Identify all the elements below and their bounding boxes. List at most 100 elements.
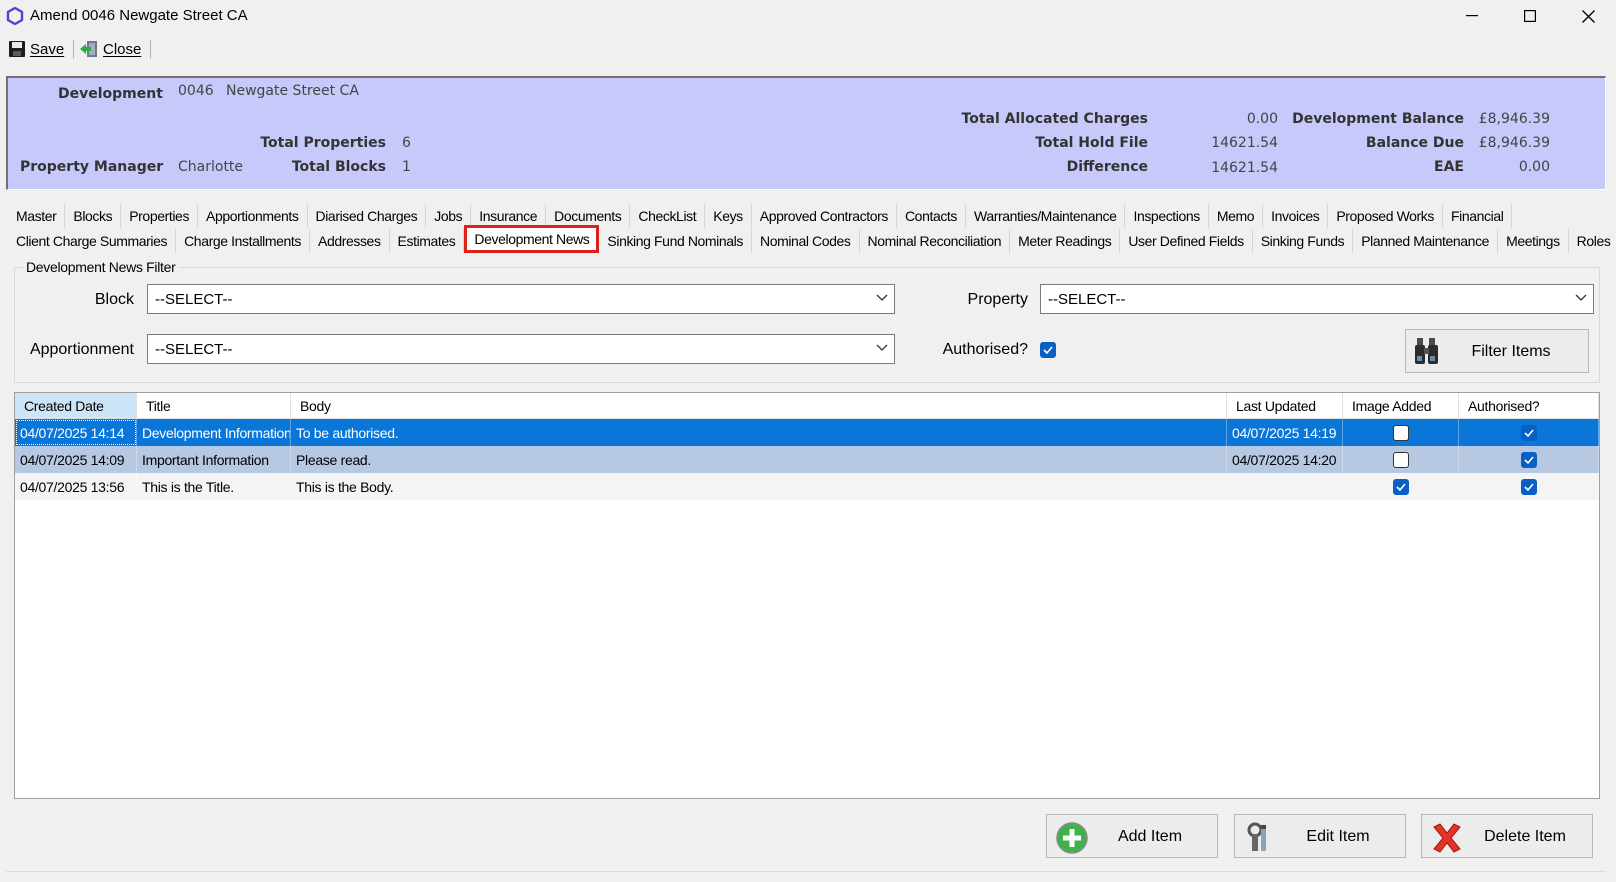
tab-addresses[interactable]: Addresses bbox=[310, 229, 390, 253]
tab-meter-readings[interactable]: Meter Readings bbox=[1010, 229, 1121, 253]
column-header-title[interactable]: Title bbox=[137, 393, 291, 419]
table-row[interactable]: 04/07/2025 13:56 This is the Title. This i… bbox=[15, 473, 1599, 500]
authorised-checkbox[interactable] bbox=[1520, 451, 1537, 468]
tab-estimates[interactable]: Estimates bbox=[390, 229, 465, 253]
tab-master[interactable]: Master bbox=[8, 204, 66, 228]
authorised-checkbox[interactable] bbox=[1520, 424, 1537, 441]
cell-authorised[interactable] bbox=[1459, 446, 1599, 473]
exit-door-icon bbox=[80, 41, 97, 57]
property-select-value: --SELECT-- bbox=[1048, 290, 1126, 308]
cell-updated: 04/07/2025 14:19 bbox=[1227, 419, 1343, 446]
filter-group-title: Development News Filter bbox=[23, 259, 179, 275]
development-balance-value: £8,946.39 bbox=[1478, 111, 1550, 127]
checkmark-icon bbox=[1523, 428, 1534, 437]
tab-nominal-reconciliation[interactable]: Nominal Reconciliation bbox=[860, 229, 1011, 253]
tab-user-defined-fields[interactable]: User Defined Fields bbox=[1120, 229, 1253, 253]
tab-warranties-maintenance[interactable]: Warranties/Maintenance bbox=[966, 204, 1126, 228]
save-button[interactable]: Save bbox=[8, 37, 64, 61]
block-select[interactable]: --SELECT-- bbox=[147, 284, 895, 314]
total-hold-file-value: 14621.54 bbox=[1211, 135, 1278, 151]
tab-contacts[interactable]: Contacts bbox=[897, 204, 967, 228]
tab-proposed-works[interactable]: Proposed Works bbox=[1328, 204, 1443, 228]
table-row[interactable]: 04/07/2025 14:09 Important Information Ple… bbox=[15, 446, 1599, 473]
tab-properties[interactable]: Properties bbox=[121, 204, 199, 228]
tab-planned-maintenance[interactable]: Planned Maintenance bbox=[1353, 229, 1499, 253]
checkmark-icon bbox=[1523, 455, 1534, 464]
balance-due-value: £8,946.39 bbox=[1478, 135, 1550, 151]
minimize-button[interactable] bbox=[1443, 0, 1501, 32]
filter-items-button[interactable]: Filter Items bbox=[1405, 329, 1589, 373]
checkmark-icon bbox=[1043, 346, 1053, 355]
cell-image-added[interactable] bbox=[1343, 419, 1459, 446]
development-news-grid[interactable]: Created Date Title Body Last Updated Ima… bbox=[14, 392, 1600, 799]
tab-client-charge-summaries[interactable]: Client Charge Summaries bbox=[8, 229, 177, 253]
authorised-checkbox[interactable] bbox=[1040, 342, 1056, 358]
cell-authorised[interactable] bbox=[1459, 473, 1599, 500]
tab-financial[interactable]: Financial bbox=[1443, 204, 1513, 228]
apportionment-label: Apportionment bbox=[29, 341, 134, 358]
add-item-label: Add Item bbox=[1117, 828, 1183, 845]
tab-approved-contractors[interactable]: Approved Contractors bbox=[752, 204, 897, 228]
total-blocks-value: 1 bbox=[402, 159, 411, 175]
cell-body: Please read. bbox=[291, 446, 1227, 473]
tab-keys[interactable]: Keys bbox=[705, 204, 752, 228]
tab-roles[interactable]: Roles bbox=[1569, 229, 1616, 253]
cell-image-added[interactable] bbox=[1343, 446, 1459, 473]
property-select[interactable]: --SELECT-- bbox=[1040, 284, 1594, 314]
tab-memo[interactable]: Memo bbox=[1209, 204, 1264, 228]
cell-created: 04/07/2025 13:56 bbox=[15, 473, 137, 500]
checkmark-icon bbox=[1395, 482, 1406, 491]
image-added-checkbox[interactable] bbox=[1392, 424, 1409, 441]
cell-created: 04/07/2025 14:14 bbox=[15, 419, 137, 446]
maximize-icon bbox=[1524, 10, 1536, 22]
image-added-checkbox[interactable] bbox=[1392, 478, 1409, 495]
tab-charge-installments[interactable]: Charge Installments bbox=[176, 229, 310, 253]
property-manager-label: Property Manager bbox=[20, 159, 164, 175]
image-added-checkbox[interactable] bbox=[1392, 451, 1409, 468]
eae-value: 0.00 bbox=[1518, 159, 1550, 175]
total-properties-label: Total Properties bbox=[260, 135, 386, 151]
filter-items-label: Filter Items bbox=[1471, 343, 1551, 360]
cell-title: Development Information bbox=[137, 419, 291, 446]
tab-sinking-funds[interactable]: Sinking Funds bbox=[1253, 229, 1354, 253]
close-window-button[interactable] bbox=[1559, 0, 1616, 32]
development-name: Newgate Street CA bbox=[226, 83, 359, 99]
cell-updated bbox=[1227, 473, 1343, 500]
app-logo-icon bbox=[6, 7, 24, 25]
tab-inspections[interactable]: Inspections bbox=[1125, 204, 1209, 228]
column-header-authorised[interactable]: Authorised? bbox=[1459, 393, 1599, 419]
tab-sinking-fund-nominals[interactable]: Sinking Fund Nominals bbox=[599, 229, 752, 253]
window-bottom-border bbox=[6, 871, 1606, 872]
difference-value: 14621.54 bbox=[1211, 160, 1278, 176]
tab-checklist[interactable]: CheckList bbox=[630, 204, 706, 228]
authorised-checkbox[interactable] bbox=[1520, 478, 1537, 495]
maximize-button[interactable] bbox=[1501, 0, 1559, 32]
close-label: Close bbox=[103, 40, 142, 58]
property-label: Property bbox=[967, 291, 1028, 308]
tab-diarised-charges[interactable]: Diarised Charges bbox=[308, 204, 427, 228]
tab-invoices[interactable]: Invoices bbox=[1263, 204, 1329, 228]
column-header-body[interactable]: Body bbox=[291, 393, 1227, 419]
tab-apportionments[interactable]: Apportionments bbox=[198, 204, 308, 228]
apportionment-select[interactable]: --SELECT-- bbox=[147, 334, 895, 364]
development-code: 0046 bbox=[178, 83, 214, 99]
tab-meetings[interactable]: Meetings bbox=[1498, 229, 1569, 253]
cell-image-added[interactable] bbox=[1343, 473, 1459, 500]
toolbar: Save Close bbox=[0, 33, 1616, 65]
column-header-created-date[interactable]: Created Date bbox=[15, 393, 137, 419]
authorised-label: Authorised? bbox=[942, 341, 1028, 358]
add-item-button[interactable]: Add Item bbox=[1046, 814, 1218, 858]
difference-label: Difference bbox=[1066, 159, 1148, 175]
column-header-image-added[interactable]: Image Added bbox=[1343, 393, 1459, 419]
cell-authorised[interactable] bbox=[1459, 419, 1599, 446]
close-button[interactable]: Close bbox=[79, 37, 141, 61]
save-label: Save bbox=[30, 40, 65, 58]
development-balance-label: Development Balance bbox=[1292, 111, 1464, 127]
column-header-last-updated[interactable]: Last Updated bbox=[1227, 393, 1343, 419]
tab-development-news[interactable]: Development News bbox=[464, 225, 600, 253]
edit-item-button[interactable]: Edit Item bbox=[1234, 814, 1406, 858]
tab-nominal-codes[interactable]: Nominal Codes bbox=[752, 229, 860, 253]
table-row[interactable]: 04/07/2025 14:14 Development Information T… bbox=[15, 419, 1599, 446]
delete-item-button[interactable]: Delete Item bbox=[1421, 814, 1593, 858]
tab-blocks[interactable]: Blocks bbox=[65, 204, 122, 228]
